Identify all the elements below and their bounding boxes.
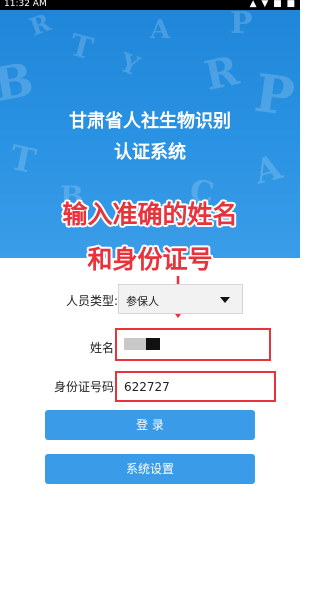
bg-letter: B <box>0 52 38 112</box>
status-indicators: ▲ ▼ ■ ■ <box>249 0 296 9</box>
app-title: 甘肃省人社生物识别 <box>69 111 231 132</box>
id-highlight-box <box>115 371 276 402</box>
bg-letter: Y <box>115 47 144 83</box>
status-time: 11:32 AM <box>4 0 47 9</box>
bg-letter: P <box>230 10 253 41</box>
bg-letter: T <box>65 27 97 68</box>
person-type-select[interactable]: 参保人 <box>118 284 243 314</box>
annotation-line-2: 和身份证号 <box>87 245 213 274</box>
bg-letter: A <box>150 15 171 45</box>
annotation-line-1: 输入准确的姓名 <box>62 200 238 229</box>
id-number-label: 身份证号码: <box>53 380 118 394</box>
app-subtitle: 认证系统 <box>114 142 186 163</box>
login-button[interactable]: 登 录 <box>45 410 255 440</box>
name-label: 姓名: <box>89 341 118 355</box>
status-bar: 11:32 AM ▲ ▼ ■ ■ <box>0 0 300 10</box>
bg-letter: R <box>200 47 243 100</box>
system-settings-button[interactable]: 系统设置 <box>45 454 255 484</box>
bg-letter: R <box>25 10 55 42</box>
person-type-value: 参保人 <box>126 295 159 308</box>
name-highlight-box <box>115 328 271 361</box>
dropdown-caret-icon <box>220 297 230 303</box>
person-type-label: 人员类型: <box>65 294 118 308</box>
